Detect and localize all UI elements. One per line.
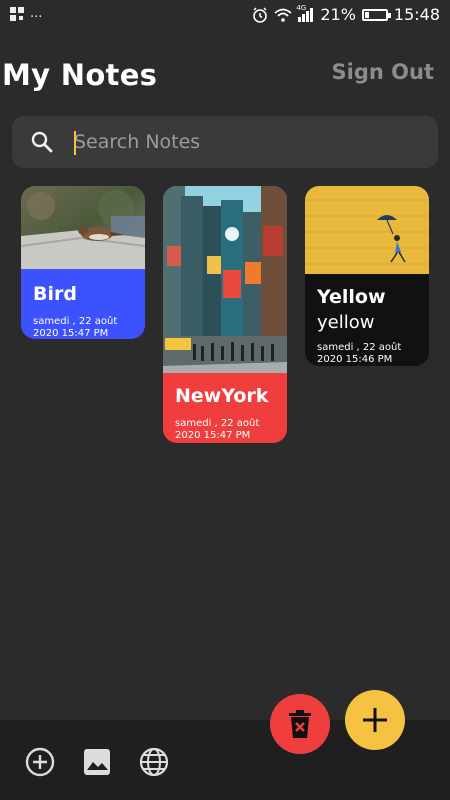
globe-icon[interactable] [138, 746, 170, 778]
note-date-line1: samedi , 22 août [317, 342, 402, 353]
search-input[interactable] [74, 127, 404, 157]
text-cursor [74, 131, 76, 155]
note-date-line1: samedi , 22 août [175, 418, 260, 429]
battery-icon [361, 8, 391, 21]
page-title: My Notes [2, 58, 158, 92]
note-date-line2: 2020 15:46 PM [317, 354, 393, 365]
battery-percent: 21% [320, 5, 356, 24]
note-date-line1: samedi , 22 août [33, 316, 118, 327]
note-date: samedi , 22 août 2020 15:47 PM [33, 316, 143, 339]
note-card-bird[interactable]: Bird samedi , 22 août 2020 15:47 PM [21, 186, 145, 339]
sign-out-button[interactable]: Sign Out [332, 60, 434, 84]
signal-icon: 4G [296, 4, 314, 22]
note-card-newyork[interactable]: NewYork samedi , 22 août 2020 15:47 PM [163, 186, 287, 443]
wifi-icon [274, 8, 292, 22]
note-title: Bird [33, 283, 77, 305]
search-icon [30, 130, 54, 158]
app-notification-icon [10, 6, 24, 21]
battery-level [364, 11, 369, 18]
note-info-yellow: Yellow yellow samedi , 22 août 2020 15:4… [305, 274, 429, 366]
note-date: samedi , 22 août 2020 15:47 PM [175, 418, 285, 442]
status-bar: ... 4G 21% 15:48 [0, 0, 450, 32]
note-date-line2: 2020 15:47 PM [33, 328, 109, 339]
note-card-yellow[interactable]: Yellow yellow samedi , 22 août 2020 15:4… [305, 186, 429, 366]
add-circle-icon[interactable] [24, 746, 56, 778]
note-image-newyork [163, 186, 287, 374]
note-title: Yellow [317, 286, 386, 308]
add-note-button[interactable] [345, 690, 405, 750]
note-image-yellow [305, 186, 429, 274]
header: My Notes Sign Out [0, 56, 450, 100]
more-notifications-indicator: ... [30, 6, 43, 21]
note-subtitle: yellow [317, 312, 375, 333]
note-date: samedi , 22 août 2020 15:46 PM [317, 342, 427, 366]
note-image-bird [21, 186, 145, 270]
image-icon[interactable] [81, 746, 113, 778]
trash-icon [289, 710, 311, 738]
note-info-bird: Bird samedi , 22 août 2020 15:47 PM [21, 269, 145, 339]
clock: 15:48 [393, 5, 440, 24]
note-title: NewYork [175, 385, 269, 407]
alarm-icon [252, 6, 268, 23]
network-type: 4G [296, 3, 307, 12]
note-info-newyork: NewYork samedi , 22 août 2020 15:47 PM [163, 373, 287, 443]
delete-note-button[interactable] [270, 694, 330, 754]
plus-icon [363, 708, 387, 732]
note-date-line2: 2020 15:47 PM [175, 430, 251, 441]
